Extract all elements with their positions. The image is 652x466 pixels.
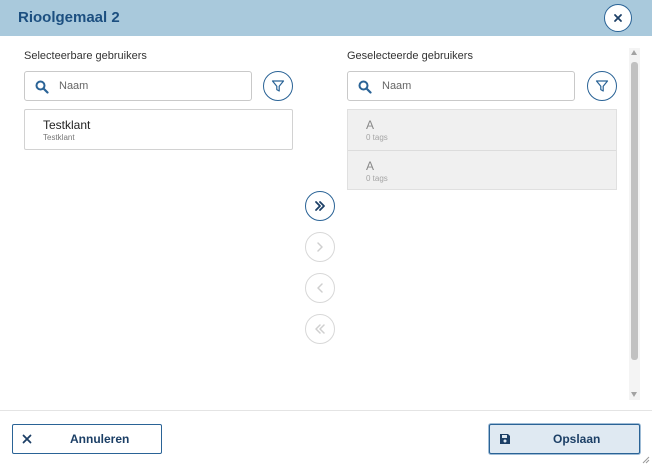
scroll-down-arrow-icon[interactable] [631, 392, 637, 397]
user-tags: 0 tags [366, 133, 388, 142]
close-icon [22, 434, 32, 444]
search-icon [358, 80, 372, 94]
move-left-button[interactable] [305, 273, 335, 303]
selected-users-list: A 0 tags A 0 tags [347, 109, 617, 190]
move-all-left-button[interactable] [305, 314, 335, 344]
double-chevron-left-icon [315, 324, 325, 334]
resize-grip-icon[interactable] [641, 455, 650, 464]
selectable-users-label: Selecteerbare gebruikers [24, 50, 147, 62]
cancel-button[interactable]: Annuleren [12, 424, 162, 454]
user-subtitle: Testklant [43, 133, 75, 142]
scroll-up-arrow-icon[interactable] [631, 50, 637, 55]
save-button[interactable]: Opslaan [489, 424, 640, 454]
save-label: Opslaan [553, 432, 601, 446]
chevron-right-icon [317, 242, 323, 252]
selectable-user-item[interactable]: Testklant Testklant [24, 109, 293, 150]
left-search-field[interactable] [24, 71, 252, 101]
dialog-title: Rioolgemaal 2 [18, 9, 120, 26]
scrollbar-thumb[interactable] [631, 62, 638, 360]
cancel-label: Annuleren [70, 432, 130, 446]
footer-divider [0, 410, 652, 411]
search-icon [35, 80, 49, 94]
right-search-input[interactable] [382, 77, 562, 95]
selected-user-item[interactable]: A 0 tags [348, 110, 616, 150]
double-chevron-right-icon [315, 201, 325, 211]
user-name: Testklant [43, 118, 91, 132]
vertical-scrollbar[interactable] [629, 48, 640, 400]
filter-icon [271, 80, 285, 92]
user-name: A [366, 118, 375, 132]
close-icon [614, 14, 622, 22]
save-icon [500, 434, 510, 444]
left-filter-button[interactable] [263, 71, 293, 101]
filter-icon [595, 80, 609, 92]
move-all-right-button[interactable] [305, 191, 335, 221]
close-button[interactable] [604, 4, 632, 32]
user-name: A [366, 159, 375, 173]
right-search-field[interactable] [347, 71, 575, 101]
user-tags: 0 tags [366, 174, 388, 183]
selected-users-label: Geselecteerde gebruikers [347, 50, 473, 62]
right-filter-button[interactable] [587, 71, 617, 101]
move-right-button[interactable] [305, 232, 335, 262]
chevron-left-icon [317, 283, 323, 293]
selected-user-item[interactable]: A 0 tags [348, 151, 616, 191]
left-search-input[interactable] [59, 77, 239, 95]
